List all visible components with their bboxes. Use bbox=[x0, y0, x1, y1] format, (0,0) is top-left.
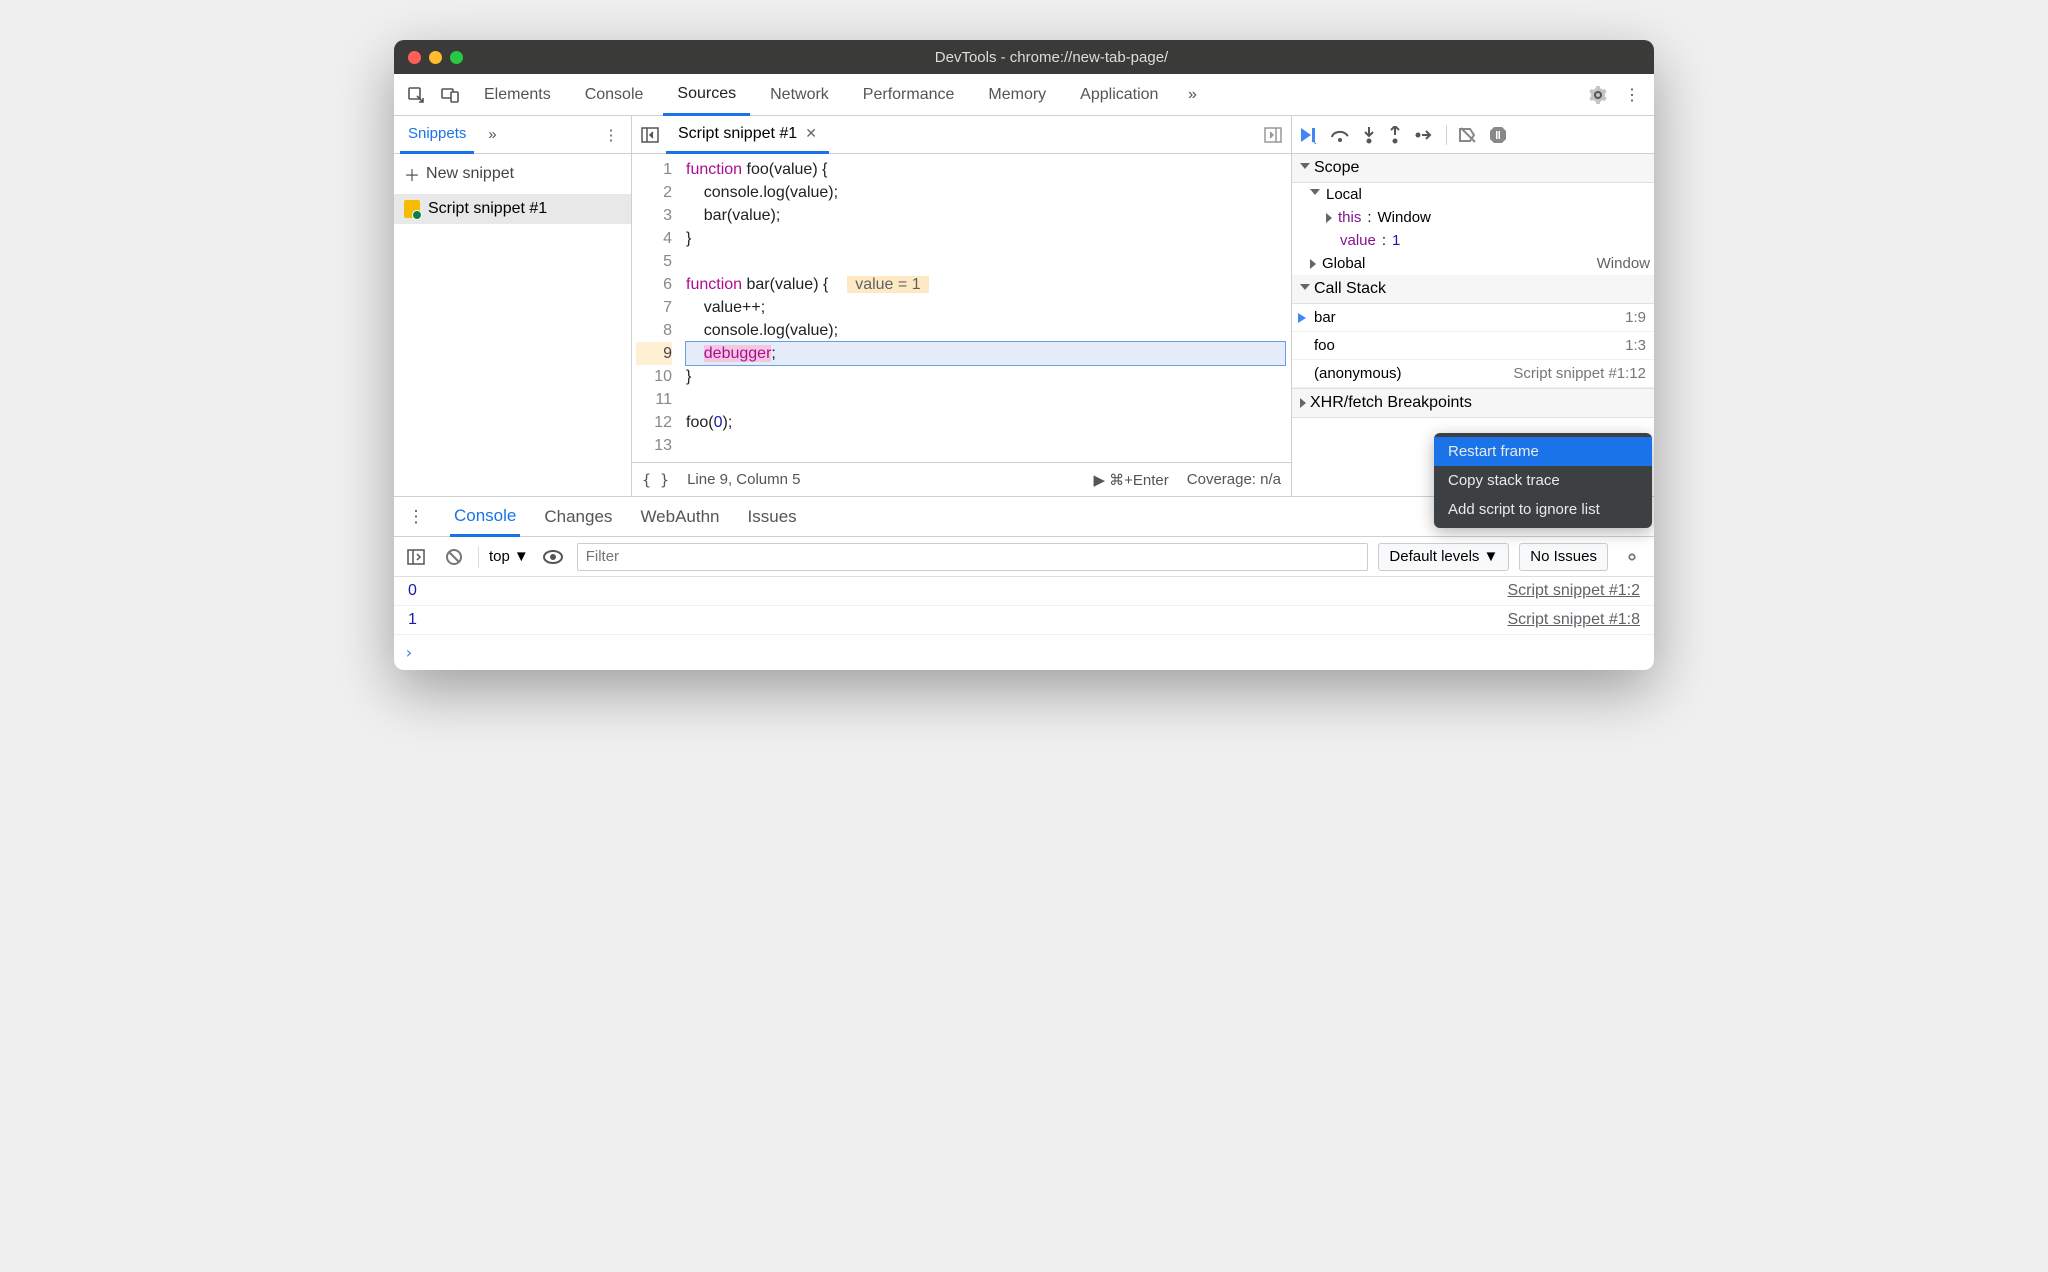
editor-tab[interactable]: Script snippet #1 ✕ bbox=[666, 116, 829, 154]
console-sidebar-icon[interactable] bbox=[402, 543, 430, 571]
console-output: 0Script snippet #1:2 1Script snippet #1:… bbox=[394, 577, 1654, 670]
stack-frame[interactable]: (anonymous)Script snippet #1:12 bbox=[1292, 360, 1654, 388]
deactivate-breakpoints-icon[interactable] bbox=[1459, 127, 1477, 143]
snippet-file-icon bbox=[404, 200, 420, 218]
tab-memory[interactable]: Memory bbox=[974, 74, 1060, 116]
sidebar-tabs: Snippets » ⋮ bbox=[394, 116, 631, 154]
live-expression-icon[interactable] bbox=[539, 543, 567, 571]
console-log-row[interactable]: 1Script snippet #1:8 bbox=[394, 606, 1654, 635]
xhr-breakpoints-header[interactable]: XHR/fetch Breakpoints bbox=[1292, 388, 1654, 418]
drawer-tab-issues[interactable]: Issues bbox=[744, 497, 801, 537]
scope-global[interactable]: GlobalWindow bbox=[1292, 252, 1654, 275]
scope-this[interactable]: this: Window bbox=[1292, 206, 1654, 229]
context-selector[interactable]: top ▼ bbox=[489, 548, 529, 565]
step-icon[interactable] bbox=[1414, 128, 1434, 142]
ctx-copy-stack-trace[interactable]: Copy stack trace bbox=[1434, 466, 1652, 495]
tab-network[interactable]: Network bbox=[756, 74, 843, 116]
scope-header[interactable]: Scope bbox=[1292, 154, 1654, 183]
window-controls bbox=[408, 51, 463, 64]
resume-icon[interactable] bbox=[1298, 126, 1318, 144]
drawer-tab-console[interactable]: Console bbox=[450, 497, 520, 537]
tab-application[interactable]: Application bbox=[1066, 74, 1172, 116]
clear-console-icon[interactable] bbox=[440, 543, 468, 571]
tab-console[interactable]: Console bbox=[571, 74, 658, 116]
stack-frame[interactable]: foo1:3 bbox=[1292, 332, 1654, 360]
tab-sources[interactable]: Sources bbox=[663, 74, 750, 116]
debug-toolbar bbox=[1292, 116, 1654, 154]
zoom-window-icon[interactable] bbox=[450, 51, 463, 64]
more-tabs-icon[interactable]: » bbox=[1178, 81, 1206, 109]
callstack-body: bar1:9 foo1:3 (anonymous)Script snippet … bbox=[1292, 304, 1654, 388]
stack-frame[interactable]: bar1:9 bbox=[1292, 304, 1654, 332]
main-tab-bar: Elements Console Sources Network Perform… bbox=[394, 74, 1654, 116]
scope-body: Local this: Window value: 1 GlobalWindow bbox=[1292, 183, 1654, 275]
pause-exceptions-icon[interactable] bbox=[1489, 126, 1507, 144]
cursor-position: Line 9, Column 5 bbox=[687, 471, 800, 488]
step-over-icon[interactable] bbox=[1330, 127, 1350, 143]
tab-performance[interactable]: Performance bbox=[849, 74, 969, 116]
context-menu: Restart frame Copy stack trace Add scrip… bbox=[1434, 433, 1652, 528]
sidebar-menu-icon[interactable]: ⋮ bbox=[597, 121, 625, 149]
snippet-label: Script snippet #1 bbox=[428, 200, 547, 218]
close-window-icon[interactable] bbox=[408, 51, 421, 64]
code-editor[interactable]: 12345678910111213 function foo(value) { … bbox=[632, 154, 1291, 462]
console-settings-icon[interactable] bbox=[1618, 543, 1646, 571]
navigator-sidebar: Snippets » ⋮ ＋ New snippet Script snippe… bbox=[394, 116, 632, 496]
kebab-menu-icon[interactable]: ⋮ bbox=[1618, 81, 1646, 109]
editor-pane: Script snippet #1 ✕ 12345678910111213 fu… bbox=[632, 116, 1292, 496]
close-tab-icon[interactable]: ✕ bbox=[805, 125, 817, 142]
log-levels-selector[interactable]: Default levels ▼ bbox=[1378, 543, 1509, 571]
snippet-item[interactable]: Script snippet #1 bbox=[394, 194, 631, 224]
step-into-icon[interactable] bbox=[1362, 126, 1376, 144]
coverage-status: Coverage: n/a bbox=[1187, 471, 1281, 488]
filter-input[interactable] bbox=[577, 543, 1369, 571]
step-out-icon[interactable] bbox=[1388, 126, 1402, 144]
console-log-row[interactable]: 0Script snippet #1:2 bbox=[394, 577, 1654, 606]
new-snippet-button[interactable]: ＋ New snippet bbox=[394, 154, 631, 194]
code-content[interactable]: function foo(value) { console.log(value)… bbox=[680, 154, 1291, 462]
drawer-tab-changes[interactable]: Changes bbox=[540, 497, 616, 537]
run-snippet-button[interactable]: ▶ ⌘+Enter bbox=[1093, 471, 1168, 489]
scope-local[interactable]: Local bbox=[1292, 183, 1654, 206]
toggle-navigator-icon[interactable] bbox=[636, 121, 664, 149]
titlebar: DevTools - chrome://new-tab-page/ bbox=[394, 40, 1654, 74]
line-gutter: 12345678910111213 bbox=[632, 154, 680, 462]
new-snippet-label: New snippet bbox=[426, 165, 514, 183]
toggle-debugger-icon[interactable] bbox=[1259, 121, 1287, 149]
editor-tab-label: Script snippet #1 bbox=[678, 125, 797, 143]
minimize-window-icon[interactable] bbox=[429, 51, 442, 64]
ctx-add-ignore-list[interactable]: Add script to ignore list bbox=[1434, 495, 1652, 524]
inspect-icon[interactable] bbox=[402, 81, 430, 109]
drawer-tab-webauthn[interactable]: WebAuthn bbox=[636, 497, 723, 537]
console-toolbar: top ▼ Default levels ▼ No Issues bbox=[394, 537, 1654, 577]
pretty-print-icon[interactable]: { } bbox=[642, 471, 669, 489]
console-prompt[interactable]: › bbox=[394, 635, 1654, 670]
ctx-restart-frame[interactable]: Restart frame bbox=[1434, 437, 1652, 466]
editor-tabs: Script snippet #1 ✕ bbox=[632, 116, 1291, 154]
devtools-window: DevTools - chrome://new-tab-page/ Elemen… bbox=[394, 40, 1654, 670]
scope-value[interactable]: value: 1 bbox=[1292, 229, 1654, 252]
more-sidebar-tabs-icon[interactable]: » bbox=[478, 121, 506, 149]
issues-button[interactable]: No Issues bbox=[1519, 543, 1608, 571]
tab-elements[interactable]: Elements bbox=[470, 74, 565, 116]
settings-icon[interactable] bbox=[1584, 81, 1612, 109]
editor-status-bar: { } Line 9, Column 5 ▶ ⌘+Enter Coverage:… bbox=[632, 462, 1291, 496]
plus-icon: ＋ bbox=[404, 162, 420, 186]
device-toggle-icon[interactable] bbox=[436, 81, 464, 109]
drawer-menu-icon[interactable]: ⋮ bbox=[402, 503, 430, 531]
window-title: DevTools - chrome://new-tab-page/ bbox=[463, 49, 1640, 66]
callstack-header[interactable]: Call Stack bbox=[1292, 275, 1654, 304]
sidebar-tab-snippets[interactable]: Snippets bbox=[400, 116, 474, 154]
